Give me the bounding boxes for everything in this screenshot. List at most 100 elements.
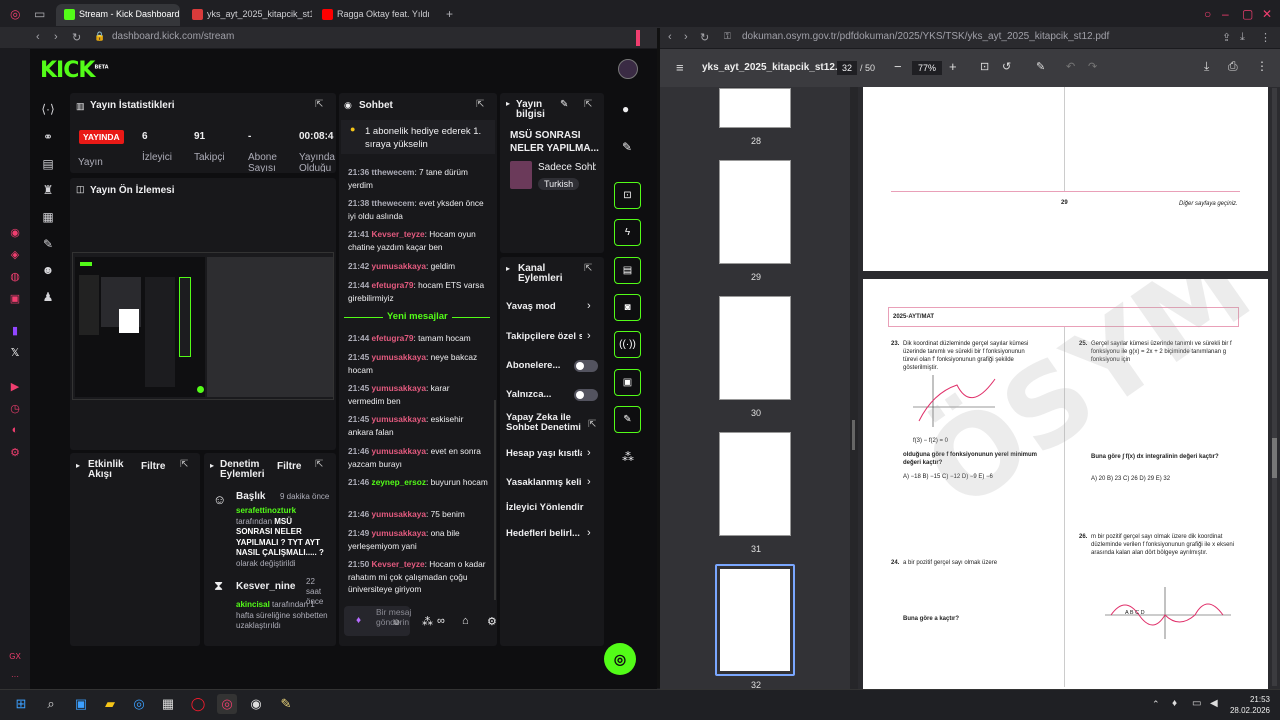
chat-message[interactable]: 21:45 yumusakkaya: karar vermedim ben <box>348 382 488 407</box>
undo-icon[interactable]: ↶ <box>1066 60 1075 73</box>
popout-icon[interactable]: ⇱ <box>476 99 484 110</box>
chat-message[interactable]: 21:45 yumusakkaya: eskisehir ankara fala… <box>348 413 488 438</box>
search-icon[interactable]: ○ <box>1204 7 1211 21</box>
edge-icon[interactable]: ◎ <box>129 694 149 714</box>
infinity-icon[interactable]: ∞ <box>437 615 445 627</box>
opera-gx-icon[interactable]: ◎ <box>217 694 237 714</box>
chat-message[interactable]: 21:46 yumusakkaya: 75 benim <box>348 508 488 521</box>
vk-icon[interactable]: ▣ <box>8 292 22 306</box>
reactions-icon[interactable]: ⁂ <box>422 615 433 628</box>
moderation-icon[interactable]: ♟ <box>38 290 58 304</box>
action-emotes-only[interactable]: Yalnızca... <box>506 389 568 400</box>
users-icon[interactable]: ☻ <box>38 263 58 277</box>
stream-preview-video[interactable] <box>72 252 334 400</box>
twitch-icon[interactable]: ▮ <box>8 324 22 338</box>
network-icon[interactable]: ▭ <box>1192 698 1201 709</box>
edit-icon[interactable]: ✎ <box>560 99 568 110</box>
notes-button[interactable]: ▤ <box>614 257 641 284</box>
new-tab-button[interactable]: + <box>446 7 453 21</box>
message-username[interactable]: yumusakkaya <box>372 414 426 424</box>
filter-button[interactable]: Filtre <box>277 461 301 472</box>
more-icon[interactable]: ⋮ <box>1260 31 1271 44</box>
instagram-icon[interactable]: ◈ <box>8 248 22 262</box>
trophy-icon[interactable]: ♜ <box>38 183 58 197</box>
chat-message[interactable]: 21:38 tthewecem: evet yksden önce iyi ol… <box>348 197 488 222</box>
clip-button[interactable]: ⊡ <box>614 182 641 209</box>
zoom-out-icon[interactable]: − <box>894 59 902 74</box>
reload-icon[interactable]: ↻ <box>72 31 81 44</box>
history-icon[interactable]: ◷ <box>8 402 22 416</box>
opera-icon[interactable]: ◯ <box>188 694 208 714</box>
right-url-field[interactable]: dokuman.osym.gov.tr/pdfdokuman/2025/YKS/… <box>742 31 1109 42</box>
thumbnail-page-31[interactable] <box>719 432 791 536</box>
start-icon[interactable]: ⊞ <box>11 694 31 714</box>
tab-kick-dashboard[interactable]: Stream - Kick Dashboard <box>56 4 180 26</box>
player-icon[interactable]: ▶ <box>8 380 22 394</box>
action-slow-mode[interactable]: Yavaş mod <box>506 301 584 312</box>
thumbnail-page-29[interactable] <box>719 160 791 264</box>
chat-message[interactable]: 21:45 yumusakkaya: neye bakcaz hocam <box>348 351 488 376</box>
lightning-button[interactable]: ϟ <box>614 219 641 246</box>
share-icon[interactable]: ⇪ <box>1222 31 1231 44</box>
chat-message[interactable]: 21:50 Kevser_teyze: Hocam o kadar rahatı… <box>348 558 488 596</box>
chevron-right-icon[interactable]: › <box>587 330 591 342</box>
forward-icon[interactable]: › <box>684 31 688 43</box>
layout-button[interactable]: ▣ <box>614 369 641 396</box>
extension-icon[interactable]: ◐ <box>8 424 22 438</box>
action-host[interactable]: İzleyici Yönlendir <box>506 502 590 513</box>
rotate-icon[interactable]: ↺ <box>1002 60 1011 73</box>
tray-chevron-icon[interactable]: ⌃ <box>1152 699 1160 710</box>
popout-icon[interactable]: ⇱ <box>588 419 596 430</box>
back-icon[interactable]: ‹ <box>36 31 40 43</box>
whatsapp-icon[interactable]: ◍ <box>8 270 22 284</box>
notepad-icon[interactable]: ✎ <box>276 694 296 714</box>
gx-icon[interactable]: GX <box>8 652 22 666</box>
apps-icon[interactable]: ⁂ <box>622 450 634 464</box>
filter-button[interactable]: Filtre <box>141 461 165 472</box>
analytics-icon[interactable]: ▤ <box>38 157 58 171</box>
chat-message[interactable]: 21:36 tthewecem: 7 tane dürüm yerdim <box>348 166 488 191</box>
chat-message[interactable]: 21:46 yumusakkaya: evet en sonra yazcam … <box>348 445 488 470</box>
popout-icon[interactable]: ⇱ <box>584 99 592 110</box>
taskbar-clock[interactable]: 21:53 28.02.2026 <box>1230 694 1270 716</box>
message-username[interactable]: yumusakkaya <box>372 528 426 538</box>
chevron-right-icon[interactable]: › <box>587 447 591 459</box>
avatar[interactable] <box>618 59 638 79</box>
wrench-icon[interactable]: ✎ <box>38 237 58 251</box>
emotes-only-toggle[interactable] <box>574 389 598 401</box>
popout-icon[interactable]: ⇱ <box>584 263 592 274</box>
action-subscribers-only[interactable]: Abonelere... <box>506 360 568 371</box>
message-username[interactable]: yumusakkaya <box>372 509 426 519</box>
chat-settings-icon[interactable]: ⚙ <box>487 615 497 628</box>
sidebar-divider[interactable] <box>850 87 858 689</box>
print-icon[interactable]: ⎙ <box>1228 59 1238 74</box>
message-username[interactable]: zeynep_ersoz <box>372 477 426 487</box>
pen-icon[interactable]: ✎ <box>622 140 632 154</box>
action-followers-only[interactable]: Takipçilere özel s <box>506 331 582 342</box>
chat-message[interactable]: 21:42 yumusakkaya: geldim <box>348 260 488 273</box>
action-account-age[interactable]: Hesap yaşı kısıtla <box>506 448 582 459</box>
more-dots-icon[interactable]: ··· <box>8 672 22 686</box>
chat-button[interactable]: ◙ <box>614 294 641 321</box>
popout-icon[interactable]: ⇱ <box>180 459 188 470</box>
app-icon[interactable]: ◉ <box>246 694 266 714</box>
thumbnail-page-30[interactable] <box>719 296 791 400</box>
fit-page-icon[interactable]: ⊡ <box>980 60 989 73</box>
tools-button[interactable]: ✎ <box>614 406 641 433</box>
action-banned-words[interactable]: Yasaklanmış keli <box>506 477 582 488</box>
action-goals[interactable]: Hedefleri belirl... <box>506 528 582 539</box>
menu-icon[interactable]: ≡ <box>676 60 684 75</box>
file-explorer-icon[interactable]: ▰ <box>100 694 120 714</box>
chevron-right-icon[interactable]: › <box>587 527 591 539</box>
thumbnail-scrollbar[interactable] <box>852 420 855 450</box>
message-username[interactable]: efetugra79 <box>372 333 414 343</box>
back-icon[interactable]: ‹ <box>668 31 672 43</box>
chevron-right-icon[interactable]: › <box>587 300 591 312</box>
message-username[interactable]: Kevser_teyze <box>372 559 425 569</box>
pdf-scrollbar[interactable] <box>1272 88 1277 686</box>
stream-icon[interactable]: ⟨·⟩ <box>38 102 58 116</box>
chat-message[interactable]: 21:46 zeynep_ersoz: buyurun hocam <box>348 476 488 489</box>
maximize-icon[interactable]: ▢ <box>1242 7 1253 21</box>
minimize-icon[interactable]: – <box>1222 7 1229 21</box>
thumbnail-page-28[interactable] <box>719 88 791 128</box>
